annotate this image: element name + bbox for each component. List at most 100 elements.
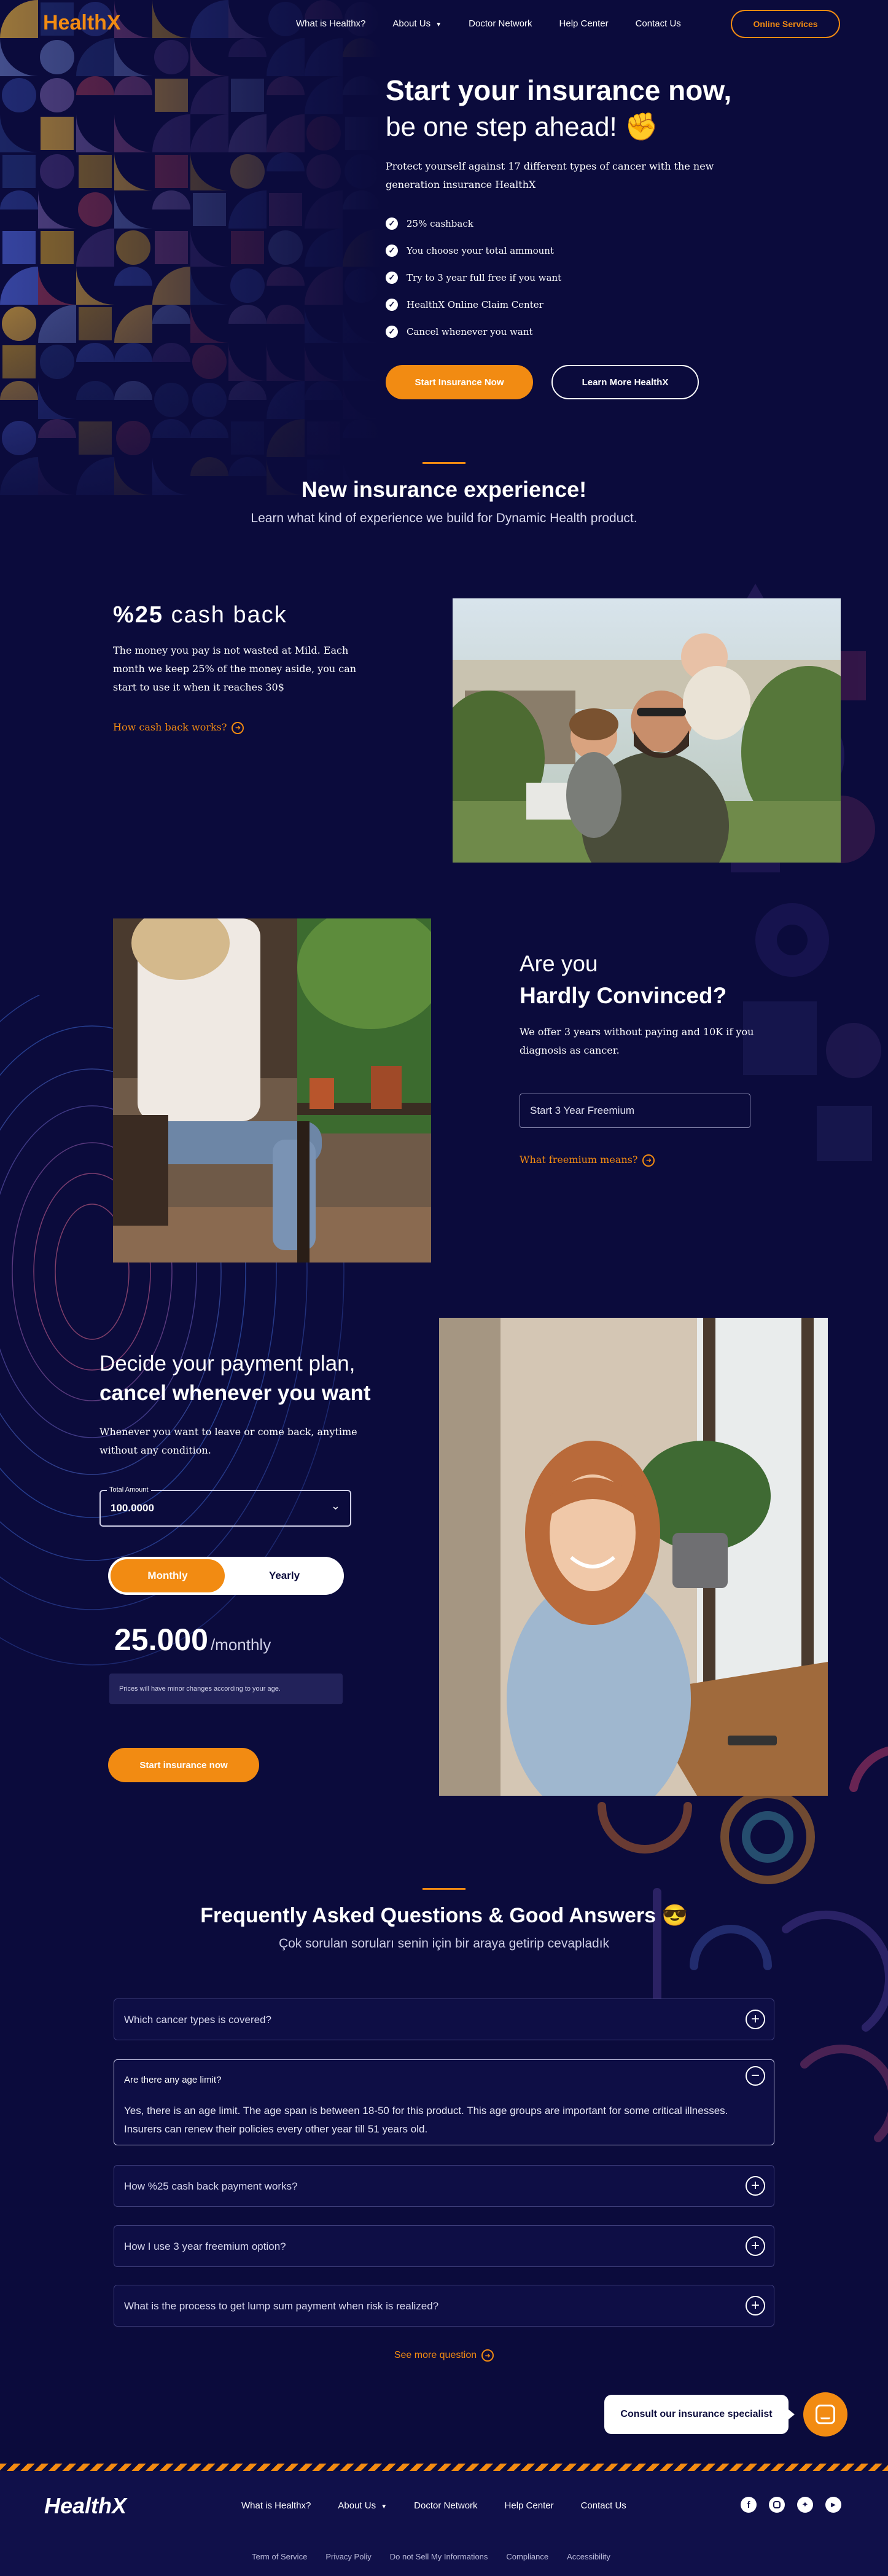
start-insurance-now-label: Start insurance now [139, 1760, 228, 1771]
online-services-label: Online Services [753, 19, 818, 29]
logo[interactable]: HealthX [43, 11, 121, 35]
arrow-right-icon: ➜ [481, 2349, 494, 2362]
consult-tooltip[interactable]: Consult our insurance specialist [604, 2395, 795, 2434]
start-insurance-label: Start Insurance Now [415, 377, 504, 388]
total-amount-value: 100.0000 [111, 1502, 154, 1514]
footer-stripe [0, 2464, 888, 2471]
footer-nav-contact-us[interactable]: Contact Us [581, 2500, 626, 2511]
start-insurance-now-button[interactable]: Start insurance now [108, 1748, 259, 1782]
check-icon: ✓ [386, 217, 398, 230]
footer: HealthX What is Healthx? About Us ▼ Doct… [0, 2471, 888, 2576]
faq-question: Which cancer types is covered? [124, 2014, 271, 2026]
footer-nav-doctor-network[interactable]: Doctor Network [414, 2500, 477, 2511]
minus-icon[interactable]: − [746, 2066, 765, 2086]
convinced-heading: Are you Hardly Convinced? [520, 951, 726, 1009]
yearly-label: Yearly [268, 1570, 300, 1581]
hero-feature-list: ✓ 25% cashback ✓ You choose your total amm… [386, 210, 561, 345]
footer-nav-about-us[interactable]: About Us ▼ [338, 2500, 387, 2511]
nav-item-help-center[interactable]: Help Center [559, 18, 609, 29]
billing-toggle: Monthly Yearly [108, 1557, 344, 1595]
plus-icon[interactable]: + [746, 2010, 765, 2029]
arrow-right-icon: ➜ [232, 721, 244, 734]
payment-body: Whenever you want to leave or come back,… [99, 1426, 357, 1456]
feature-item: ✓ 25% cashback [386, 210, 561, 237]
see-more-questions-link[interactable]: See more question ➜ [0, 2349, 888, 2362]
feature-text: Try to 3 year full free if you want [407, 272, 562, 283]
faq-answer: Yes, there is an age limit. The age span… [124, 2105, 728, 2135]
faq-subtitle: Çok sorulan soruları senin için bir aray… [278, 1936, 610, 1951]
instagram-icon[interactable] [769, 2497, 785, 2513]
total-amount-label: Total Amount [107, 1486, 151, 1494]
total-amount-select[interactable]: Total Amount 100.0000 ⌄ [99, 1486, 351, 1527]
section-divider [423, 462, 465, 464]
price-note-text: Prices will have minor changes according… [119, 1685, 281, 1693]
faq-item[interactable]: Which cancer types is covered? + [114, 1999, 774, 2040]
faq-question: Are there any age limit? [124, 2075, 222, 2085]
monthly-toggle[interactable]: Monthly [111, 1559, 225, 1592]
faq-item-expanded[interactable]: Are there any age limit? − Yes, there is… [114, 2059, 774, 2145]
cashback-title-bold: %25 [113, 602, 164, 628]
caret-down-icon: ▼ [435, 22, 442, 28]
family-photo [453, 598, 841, 863]
footer-nav: What is Healthx? About Us ▼ Doctor Netwo… [241, 2500, 626, 2511]
payment-heading: Decide your payment plan, cancel wheneve… [99, 1352, 371, 1406]
learn-more-button[interactable]: Learn More HealthX [551, 365, 699, 399]
consult-label: Consult our insurance specialist [620, 2409, 773, 2419]
legal-do-not-sell[interactable]: Do not Sell My Informations [390, 2552, 488, 2561]
nav-item-about-us[interactable]: About Us ▼ [392, 18, 442, 29]
freemium-input-text: Start 3 Year Freemium [530, 1105, 635, 1116]
chevron-down-icon: ⌄ [330, 1500, 340, 1512]
legal-privacy-policy[interactable]: Privacy Poliy [325, 2552, 371, 2561]
check-icon: ✓ [386, 326, 398, 338]
feature-text: HealthX Online Claim Center [407, 299, 543, 310]
faq-title: Frequently Asked Questions & Good Answer… [200, 1904, 688, 1927]
social-links: f ✦ ▶ [741, 2497, 841, 2513]
feature-text: Cancel whenever you want [407, 326, 533, 337]
cashback-link[interactable]: How cash back works? ➜ [113, 721, 244, 734]
price-period: /monthly [210, 1635, 271, 1654]
footer-logo[interactable]: HealthX [44, 2493, 127, 2519]
faq-question: How %25 cash back payment works? [124, 2180, 298, 2192]
faq-item[interactable]: How I use 3 year freemium option? + [114, 2225, 774, 2267]
footer-nav-what-is-healthx[interactable]: What is Healthx? [241, 2500, 311, 2511]
section-divider [423, 1888, 465, 1890]
legal-term-of-service[interactable]: Term of Service [252, 2552, 307, 2561]
freemium-link[interactable]: What freemium means? ➜ [520, 1154, 655, 1167]
monthly-label: Monthly [147, 1570, 188, 1581]
footer-nav-help-center[interactable]: Help Center [505, 2500, 554, 2511]
plus-icon[interactable]: + [746, 2236, 765, 2256]
footer-about-label: About Us [338, 2500, 376, 2511]
nav-about-label: About Us [392, 18, 431, 29]
nav-item-doctor-network[interactable]: Doctor Network [469, 18, 532, 29]
chat-icon [816, 2405, 835, 2424]
convinced-line2: Hardly Convinced? [520, 983, 727, 1008]
logo-text: HealthX [43, 11, 121, 34]
nav-item-contact-us[interactable]: Contact Us [636, 18, 681, 29]
nav-item-what-is-healthx[interactable]: What is Healthx? [296, 18, 365, 29]
legal-accessibility[interactable]: Accessibility [567, 2552, 610, 2561]
hero-title-line1: Start your insurance now, [386, 74, 732, 106]
caret-down-icon: ▼ [381, 2504, 388, 2510]
start-insurance-button[interactable]: Start Insurance Now [386, 365, 533, 399]
legal-compliance[interactable]: Compliance [506, 2552, 548, 2561]
plus-icon[interactable]: + [746, 2176, 765, 2196]
facebook-icon[interactable]: f [741, 2497, 757, 2513]
check-icon: ✓ [386, 245, 398, 257]
online-services-button[interactable]: Online Services [731, 10, 840, 38]
footer-legal-links: Term of Service Privacy Poliy Do not Sel… [252, 2552, 610, 2561]
twitter-icon[interactable]: ✦ [797, 2497, 813, 2513]
chat-button[interactable] [803, 2392, 847, 2437]
hero-title: Start your insurance now, be one step ah… [386, 74, 852, 143]
faq-item[interactable]: How %25 cash back payment works? + [114, 2165, 774, 2207]
payment-line1: Decide your payment plan, [99, 1352, 356, 1376]
yearly-toggle[interactable]: Yearly [227, 1559, 341, 1592]
freemium-input[interactable]: Start 3 Year Freemium [520, 1094, 750, 1128]
youtube-icon[interactable]: ▶ [825, 2497, 841, 2513]
freemium-link-label: What freemium means? [520, 1154, 638, 1165]
plus-icon[interactable]: + [746, 2296, 765, 2316]
hero-title-line2: be one step ahead! ✊ [386, 112, 658, 142]
faq-item[interactable]: What is the process to get lump sum paym… [114, 2285, 774, 2327]
learn-more-label: Learn More HealthX [582, 377, 669, 388]
faq-question: What is the process to get lump sum paym… [124, 2300, 439, 2312]
feature-text: 25% cashback [407, 218, 473, 229]
